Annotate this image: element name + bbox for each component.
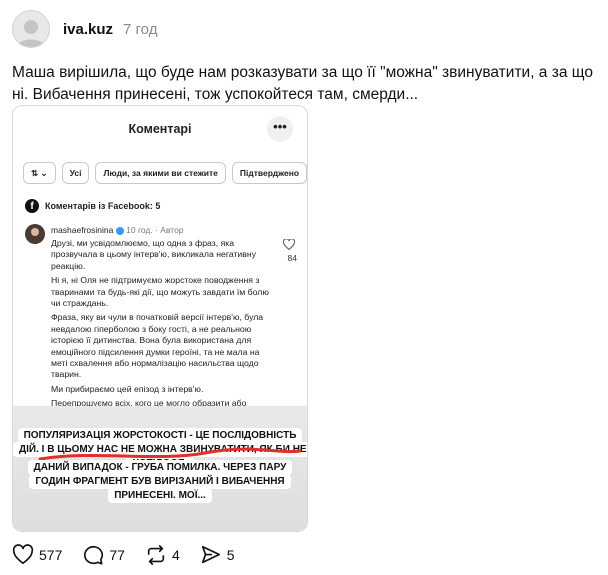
post-time: 7 год	[123, 20, 158, 38]
share-count: 5	[226, 547, 235, 563]
comment-like-count: 84	[287, 253, 297, 263]
story-caption-2-text: ДАНИЙ ВИПАДОК - ГРУБА ПОМИЛКА. ЧЕРЕЗ ПАР…	[27, 460, 293, 503]
user-silhouette-icon	[18, 20, 44, 47]
facebook-icon: f	[25, 199, 39, 213]
comment-avatar	[25, 224, 45, 244]
share-button[interactable]: 5	[200, 544, 235, 566]
repost-count: 4	[171, 547, 180, 563]
comment-paragraph: Ми прибираємо цей епізод з інтерв'ю.	[51, 383, 204, 394]
story-caption-2: ДАНИЙ ВИПАДОК - ГРУБА ПОМИЛКА. ЧЕРЕЗ ПАР…	[13, 460, 307, 503]
filter-chip-verified: Підтверджено	[231, 162, 307, 184]
author-name[interactable]: iva.kuz	[63, 21, 113, 38]
post-media[interactable]: Коментарі ••• ⇅ ⌄ Усі Люди, за якими ви …	[12, 105, 308, 532]
post-text: Маша вирішила, що буде нам розказувати з…	[12, 64, 593, 103]
heart-icon	[12, 544, 34, 565]
comment-time: 10 год. · Автор	[126, 225, 184, 235]
comment-body: Друзі, ми усвідомлюємо, що одна з фраз, …	[51, 238, 271, 424]
comment-meta: mashaefrosinina 10 год. · Автор	[51, 225, 184, 235]
filter-chip-all: Усі	[61, 162, 90, 184]
like-button[interactable]: 577	[12, 544, 62, 566]
more-options-icon: •••	[267, 116, 293, 142]
post-header: iva.kuz 7 год	[12, 8, 157, 50]
comment-count: 77	[109, 547, 125, 563]
repost-icon	[147, 545, 165, 565]
comment-username: mashaefrosinina	[51, 225, 114, 235]
like-count: 577	[39, 547, 63, 563]
verified-badge-icon	[115, 226, 124, 235]
comment-paragraph: Фраза, яку ви чули в початковій версії і…	[51, 312, 264, 380]
repost-button[interactable]: 4	[145, 544, 180, 566]
comment-paragraph: Ні я, ні Оля не підтримуємо жорстоке пов…	[51, 275, 269, 309]
comment-filters: ⇅ ⌄ Усі Люди, за якими ви стежите Підтве…	[23, 162, 307, 184]
comment-icon	[84, 545, 104, 565]
comments-title: Коментарі	[128, 122, 192, 136]
comment-button[interactable]: 77	[82, 544, 125, 566]
post-actions: 577 77 4 5	[12, 544, 255, 566]
sort-chip: ⇅ ⌄	[23, 162, 56, 184]
send-icon	[201, 545, 220, 564]
facebook-comments-label: Коментарів із Facebook: 5	[45, 201, 161, 211]
comment-paragraph: Друзі, ми усвідомлюємо, що одна з фраз, …	[51, 238, 257, 271]
avatar[interactable]	[12, 10, 50, 48]
facebook-comments-row: f Коментарів із Facebook: 5	[25, 199, 160, 213]
filter-chip-following: Люди, за якими ви стежите	[95, 162, 226, 184]
